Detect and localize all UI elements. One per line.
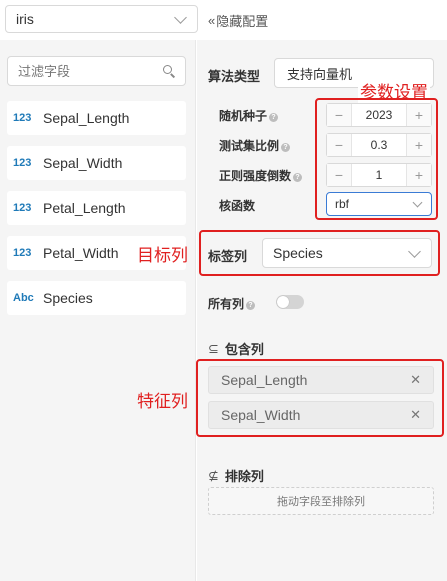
toggle-knob [277,296,289,308]
include-highlight-box [196,359,444,437]
search-icon[interactable] [163,65,176,78]
all-columns-toggle[interactable] [276,295,304,309]
seed-label-text: 随机种子 [219,109,268,123]
hide-config-label: 隐藏配置 [216,13,269,29]
filter-input[interactable] [7,56,186,86]
exclude-dropzone[interactable]: 拖动字段至排除列 [208,487,434,515]
field-item-petal-length[interactable]: 123 Petal_Length [7,191,186,225]
field-item-sepal-length[interactable]: 123 Sepal_Length [7,101,186,135]
target-annotation: 目标列 [137,246,188,265]
numeric-type-icon: 123 [13,112,32,124]
exclude-section-header: ⊈ 排除列 [208,466,264,485]
all-columns-label-text: 所有列 [208,297,245,311]
filter-input-field[interactable] [8,63,163,79]
field-name: Petal_Width [43,245,119,261]
field-name: Petal_Length [43,200,126,216]
numeric-type-icon: 123 [13,157,32,169]
dataset-select[interactable]: iris [5,5,198,33]
field-name: Sepal_Width [43,155,123,171]
target-highlight-box [199,230,440,276]
test-ratio-label-text: 测试集比例 [219,139,280,153]
exclude-label: 排除列 [224,469,264,484]
subset-icon: ⊆ [208,340,219,356]
regularization-label-text: 正则强度倒数 [219,169,292,183]
params-highlight-box [315,98,438,220]
kernel-label: 核函数 [219,199,256,213]
numeric-type-icon: 123 [13,247,32,259]
double-chevron-left-icon: « [208,12,216,28]
field-name: Species [43,290,93,306]
include-label: 包含列 [224,342,264,357]
seed-label: 随机种子? [219,107,279,124]
numeric-type-icon: 123 [13,202,32,214]
hide-config-button[interactable]: « 隐藏配置 [208,11,268,29]
text-type-icon: Abc [13,292,34,304]
help-icon[interactable]: ? [281,143,291,152]
all-columns-label: 所有列? [208,295,256,312]
help-icon[interactable]: ? [293,173,303,182]
feature-annotation: 特征列 [137,392,188,411]
help-icon[interactable]: ? [246,301,256,310]
field-item-sepal-width[interactable]: 123 Sepal_Width [7,146,186,180]
chevron-down-icon [174,10,187,24]
dataset-select-value: iris [16,11,34,27]
include-section-header: ⊆ 包含列 [208,339,264,358]
algorithm-label: 算法类型 [208,69,261,84]
help-icon[interactable]: ? [269,113,279,122]
regularization-label: 正则强度倒数? [219,167,303,184]
field-item-species[interactable]: Abc Species [7,281,186,315]
field-name: Sepal_Length [43,110,130,126]
not-subset-icon: ⊈ [208,467,219,483]
test-ratio-label: 测试集比例? [219,137,291,154]
